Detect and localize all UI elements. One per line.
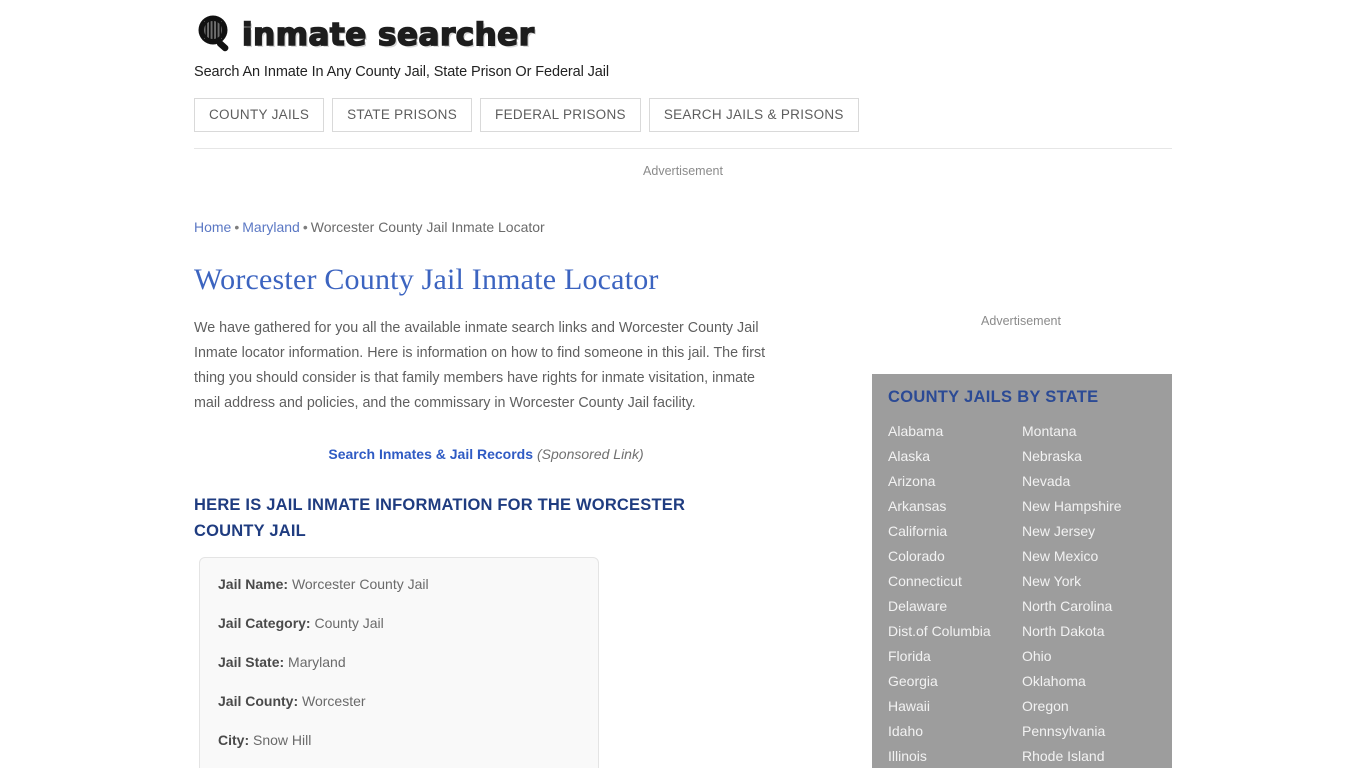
- state-link-north-dakota[interactable]: North Dakota: [1022, 619, 1156, 644]
- state-link-montana[interactable]: Montana: [1022, 419, 1156, 444]
- state-link-north-carolina[interactable]: North Carolina: [1022, 594, 1156, 619]
- intro-paragraph: We have gathered for you all the availab…: [194, 320, 766, 411]
- site-logo-text: inmate searcher: [241, 16, 535, 54]
- state-link-connecticut[interactable]: Connecticut: [888, 569, 1022, 594]
- section-heading: HERE IS JAIL INMATE INFORMATION FOR THE …: [194, 496, 686, 540]
- info-value-jail-county: Worcester: [302, 693, 366, 709]
- sidebar-advertisement-label: Advertisement: [981, 314, 1061, 328]
- state-link-idaho[interactable]: Idaho: [888, 719, 1022, 744]
- state-link-arizona[interactable]: Arizona: [888, 469, 1022, 494]
- state-link-new-jersey[interactable]: New Jersey: [1022, 519, 1156, 544]
- breadcrumb: Home • Maryland • Worcester County Jail Inma…: [194, 219, 545, 235]
- state-link-nevada[interactable]: Nevada: [1022, 469, 1156, 494]
- breadcrumb-state-link[interactable]: Maryland: [242, 219, 300, 235]
- state-link-illinois[interactable]: Illinois: [888, 744, 1022, 768]
- main-content: Worcester County Jail Inmate Locator We …: [194, 262, 794, 544]
- jail-info-box: Jail Name: Worcester County Jail Jail Ca…: [199, 557, 599, 768]
- site-logo[interactable]: inmate searcher: [194, 12, 1174, 58]
- state-link-arkansas[interactable]: Arkansas: [888, 494, 1022, 519]
- state-link-nebraska[interactable]: Nebraska: [1022, 444, 1156, 469]
- state-link-oregon[interactable]: Oregon: [1022, 694, 1156, 719]
- nav-item-federal-prisons[interactable]: FEDERAL PRISONS: [480, 98, 641, 132]
- search-inmates-jail-records-link[interactable]: Search Inmates & Jail Records: [328, 446, 533, 462]
- state-link-alabama[interactable]: Alabama: [888, 419, 1022, 444]
- info-row-city: City: Snow Hill: [218, 730, 580, 750]
- info-label-jail-name: Jail Name:: [218, 576, 289, 592]
- info-value-jail-name: Worcester County Jail: [291, 576, 429, 592]
- main-navigation: COUNTY JAILS STATE PRISONS FEDERAL PRISO…: [194, 98, 859, 132]
- state-link-oklahoma[interactable]: Oklahoma: [1022, 669, 1156, 694]
- nav-item-county-jails[interactable]: COUNTY JAILS: [194, 98, 325, 132]
- info-value-jail-state: Maryland: [288, 654, 346, 670]
- info-row-jail-name: Jail Name: Worcester County Jail: [218, 574, 580, 594]
- info-label-jail-state: Jail State:: [218, 654, 285, 670]
- state-link-new-york[interactable]: New York: [1022, 569, 1156, 594]
- site-tagline: Search An Inmate In Any County Jail, Sta…: [194, 64, 610, 80]
- sponsored-link-row: Search Inmates & Jail Records (Sponsored …: [194, 446, 778, 462]
- breadcrumb-separator-1: •: [234, 219, 240, 235]
- state-link-dist-of-columbia[interactable]: Dist.of Columbia: [888, 619, 1022, 644]
- page-title: Worcester County Jail Inmate Locator: [194, 263, 659, 296]
- page-root: inmate searcher Search An Inmate In Any …: [0, 0, 1366, 768]
- info-value-city: Snow Hill: [253, 732, 312, 748]
- state-link-delaware[interactable]: Delaware: [888, 594, 1022, 619]
- site-header: inmate searcher Search An Inmate In Any …: [194, 12, 1174, 80]
- sponsored-note: (Sponsored Link): [537, 446, 644, 462]
- magnifying-glass-jail-icon: [194, 13, 238, 57]
- state-link-alaska[interactable]: Alaska: [888, 444, 1022, 469]
- state-link-california[interactable]: California: [888, 519, 1022, 544]
- nav-item-state-prisons[interactable]: STATE PRISONS: [332, 98, 473, 132]
- state-link-georgia[interactable]: Georgia: [888, 669, 1022, 694]
- sidebar-panel-title: COUNTY JAILS BY STATE: [888, 388, 1099, 406]
- state-link-pennsylvania[interactable]: Pennsylvania: [1022, 719, 1156, 744]
- state-link-new-hampshire[interactable]: New Hampshire: [1022, 494, 1156, 519]
- state-link-colorado[interactable]: Colorado: [888, 544, 1022, 569]
- state-link-rhode-island[interactable]: Rhode Island: [1022, 744, 1156, 768]
- info-label-city: City:: [218, 732, 250, 748]
- breadcrumb-current: Worcester County Jail Inmate Locator: [310, 219, 545, 235]
- info-row-jail-county: Jail County: Worcester: [218, 691, 580, 711]
- info-label-jail-category: Jail Category:: [218, 615, 311, 631]
- county-jails-by-state-panel: COUNTY JAILS BY STATE Alabama Montana Al…: [872, 374, 1172, 768]
- breadcrumb-separator-2: •: [302, 219, 308, 235]
- nav-item-search-jails-prisons[interactable]: SEARCH JAILS & PRISONS: [648, 98, 859, 132]
- state-link-florida[interactable]: Florida: [888, 644, 1022, 669]
- state-link-ohio[interactable]: Ohio: [1022, 644, 1156, 669]
- header-divider: [194, 148, 1172, 149]
- breadcrumb-home-link[interactable]: Home: [194, 219, 231, 235]
- state-link-hawaii[interactable]: Hawaii: [888, 694, 1022, 719]
- info-value-jail-category: County Jail: [314, 615, 384, 631]
- state-links-grid: Alabama Montana Alaska Nebraska Arizona …: [888, 419, 1156, 768]
- info-row-jail-state: Jail State: Maryland: [218, 652, 580, 672]
- info-label-jail-county: Jail County:: [218, 693, 299, 709]
- info-row-jail-category: Jail Category: County Jail: [218, 613, 580, 633]
- top-advertisement-label: Advertisement: [643, 164, 723, 178]
- state-link-new-mexico[interactable]: New Mexico: [1022, 544, 1156, 569]
